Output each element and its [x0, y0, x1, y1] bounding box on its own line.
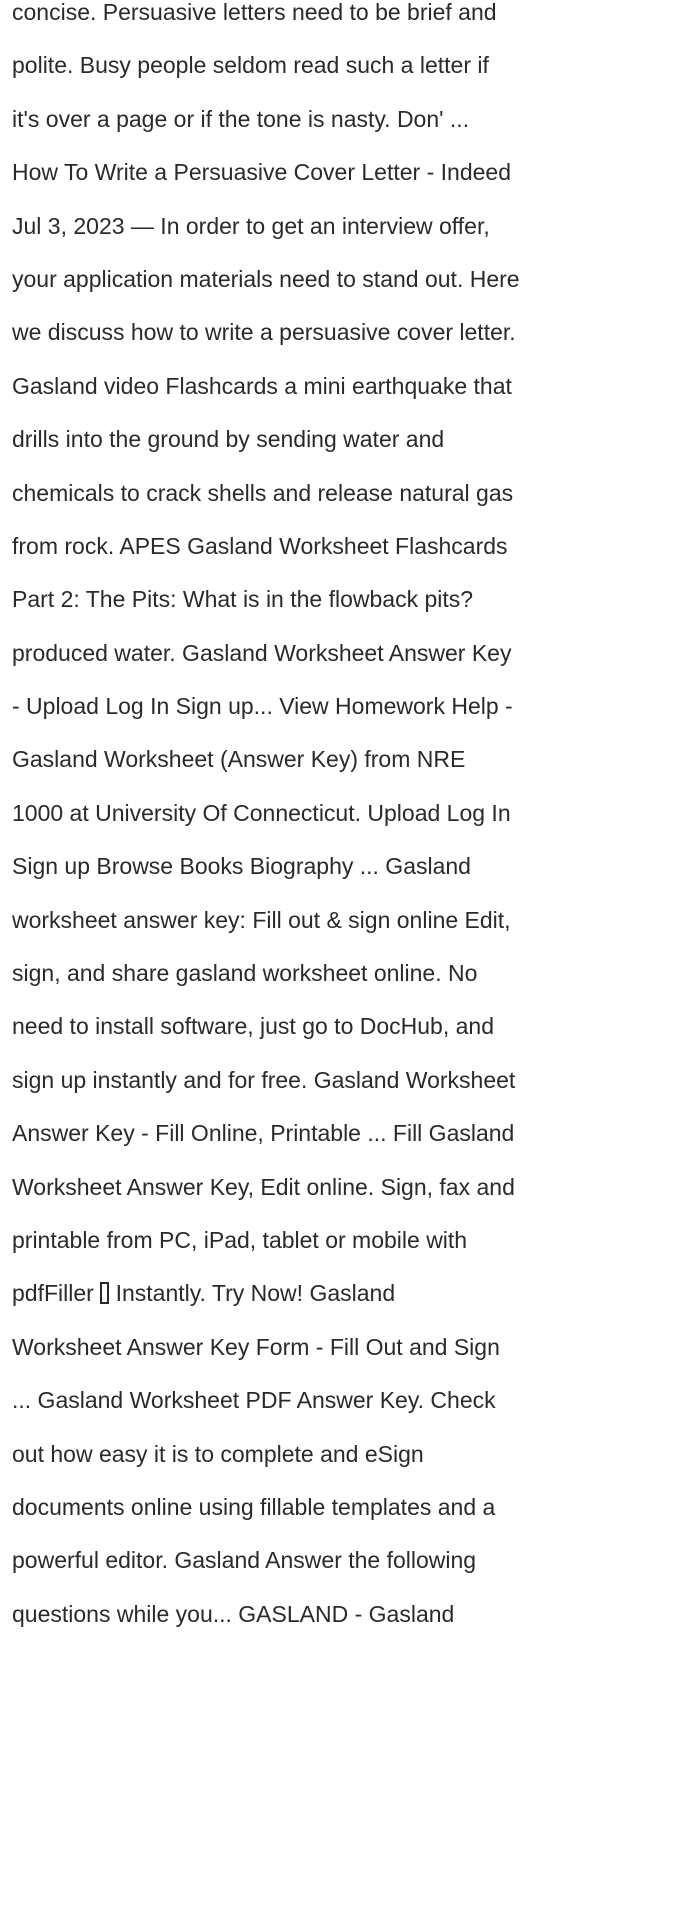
- text-line: worksheet answer key: Fill out & sign on…: [12, 906, 511, 933]
- article-text: concise. Persuasive letters need to be b…: [12, 0, 684, 1641]
- text-line: Sign up Browse Books Biography ... Gasla…: [12, 853, 471, 880]
- text-line: questions while you... GASLAND - Gasland: [12, 1600, 455, 1627]
- text-line: your application materials need to stand…: [12, 265, 520, 292]
- text-line: Answer Key - Fill Online, Printable ... …: [12, 1120, 515, 1147]
- text-line: Gasland video Flashcards a mini earthqua…: [12, 372, 512, 399]
- text-line: sign up instantly and for free. Gasland …: [12, 1066, 516, 1093]
- text-line: pdfFiller Instantly. Try Now! Gasland: [12, 1267, 684, 1320]
- text-line: polite. Busy people seldom read such a l…: [12, 52, 489, 79]
- text-line: Gasland Worksheet (Answer Key) from NRE: [12, 746, 466, 773]
- text-line: printable from PC, iPad, tablet or mobil…: [12, 1226, 468, 1253]
- instantly-text: Instantly. Try Now! Gasland: [109, 1280, 396, 1307]
- text-line: we discuss how to write a persuasive cov…: [12, 319, 516, 346]
- text-line: it's over a page or if the tone is nasty…: [12, 105, 470, 132]
- text-line: Worksheet Answer Key Form - Fill Out and…: [12, 1333, 500, 1360]
- text-line: from rock. APES Gasland Worksheet Flashc…: [12, 532, 508, 559]
- text-line: How To Write a Persuasive Cover Letter -…: [12, 159, 511, 186]
- text-line: chemicals to crack shells and release na…: [12, 479, 514, 506]
- text-line: powerful editor. Gasland Answer the foll…: [12, 1547, 477, 1574]
- text-line: concise. Persuasive letters need to be b…: [12, 0, 497, 25]
- text-line: 1000 at University Of Connecticut. Uploa…: [12, 799, 511, 826]
- pdffiller-text: pdfFiller: [12, 1280, 101, 1307]
- text-line: Worksheet Answer Key, Edit online. Sign,…: [12, 1173, 515, 1200]
- text-line: produced water. Gasland Worksheet Answer…: [12, 639, 512, 666]
- text-line: Part 2: The Pits: What is in the flowbac…: [12, 586, 474, 613]
- text-line: need to install software, just go to Doc…: [12, 1013, 495, 1040]
- text-line: documents online using fillable template…: [12, 1493, 496, 1520]
- text-line: ... Gasland Worksheet PDF Answer Key. Ch…: [12, 1387, 496, 1414]
- text-line: out how easy it is to complete and eSign: [12, 1440, 424, 1467]
- missing-glyph-icon: [100, 1282, 110, 1305]
- text-line: Jul 3, 2023 — In order to get an intervi…: [12, 212, 490, 239]
- text-line: - Upload Log In Sign up... View Homework…: [12, 693, 513, 720]
- text-line: sign, and share gasland worksheet online…: [12, 960, 478, 987]
- text-line: drills into the ground by sending water …: [12, 426, 445, 453]
